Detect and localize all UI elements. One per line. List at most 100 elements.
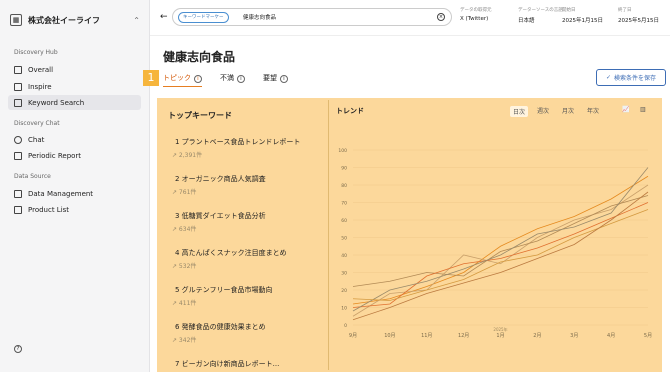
series-line <box>352 191 649 321</box>
step-badge: 1 <box>143 70 159 86</box>
line-chart-icon[interactable]: 📈 <box>622 106 629 113</box>
tab-topic[interactable]: トピック i <box>163 73 202 87</box>
filter-source[interactable]: データの取得元 X (Twitter) <box>460 7 492 22</box>
sidebar-item-label: Overall <box>28 65 54 74</box>
clear-icon[interactable]: × <box>437 13 445 21</box>
keyword-count: ↗ 634件 <box>172 226 197 233</box>
x-tick-label: 10月 <box>384 333 395 339</box>
x-tick-label: 9月 <box>349 333 357 339</box>
tab-bar: トピック i 不満 i 要望 i <box>163 73 288 87</box>
sidebar-item-overall[interactable]: Overall <box>8 62 141 77</box>
y-tick-label: 10 <box>341 306 347 312</box>
info-icon: i <box>194 75 202 83</box>
sidebar-item-inspire[interactable]: Inspire <box>8 79 141 94</box>
keyword-item[interactable]: 6 発酵食品の健康効果まとめ <box>175 322 266 332</box>
save-label: 検索条件を保存 <box>614 75 657 82</box>
bar-chart-icon[interactable]: ▥ <box>640 106 646 113</box>
filter-label: 開始日 <box>562 8 576 13</box>
keyword-count: ↗ 2,391件 <box>172 152 203 159</box>
period-monthly[interactable]: 月次 <box>562 106 574 115</box>
y-tick-label: 20 <box>341 288 347 294</box>
help-icon[interactable]: ? <box>14 345 22 353</box>
sidebar-item-periodic-report[interactable]: Periodic Report <box>8 148 141 163</box>
sidebar-item-product-list[interactable]: Product List <box>8 202 141 217</box>
chevron-updown-icon: ⌃ <box>133 15 140 25</box>
y-tick-label: 90 <box>341 166 347 172</box>
database-icon <box>14 189 22 198</box>
x-tick-label: 5月 <box>644 333 652 339</box>
x-tick-label: 2月 <box>533 333 541 339</box>
sidebar-item-label: Periodic Report <box>28 151 82 160</box>
list-icon <box>14 205 22 214</box>
tab-requests[interactable]: 要望 i <box>263 73 288 87</box>
filter-language[interactable]: データーソースの言語 日本語 <box>518 7 563 24</box>
building-icon: ▦ <box>10 14 22 26</box>
keyword-item[interactable]: 7 ビーガン向け新商品レポート... <box>175 359 279 369</box>
filter-value: 日本語 <box>518 18 535 24</box>
tab-label: トピック <box>163 74 191 82</box>
x-tick-label: 4月 <box>607 333 615 339</box>
search-query: 健康志向食品 <box>243 15 277 21</box>
save-search-button[interactable]: ✓ 検索条件を保存 <box>596 69 666 86</box>
info-icon: i <box>237 75 245 83</box>
document-search-icon <box>14 98 22 107</box>
sidebar-item-label: Data Management <box>28 189 94 198</box>
x-tick-label: 3月 <box>570 333 578 339</box>
section-label: Data Source <box>14 173 51 180</box>
tab-label: 要望 <box>263 74 277 82</box>
filter-value: X (Twitter) <box>460 16 489 22</box>
keyword-item[interactable]: 3 低糖質ダイエット食品分析 <box>175 211 266 221</box>
back-arrow-icon[interactable]: ← <box>160 12 168 22</box>
keyword-item[interactable]: 4 高たんぱくスナック注目度まとめ <box>175 248 287 258</box>
keyword-count: ↗ 342件 <box>172 337 197 344</box>
y-tick-label: 100 <box>338 148 347 154</box>
sidebar-item-keyword-search[interactable]: Keyword Search <box>8 95 141 110</box>
keyword-item[interactable]: 1 プラントベース食品トレンドレポート <box>175 137 300 147</box>
series-line <box>352 175 649 305</box>
sidebar-item-label: Keyword Search <box>28 98 85 107</box>
keyword-item[interactable]: 2 オーガニック商品人気調査 <box>175 174 266 184</box>
keyword-count: ↗ 761件 <box>172 189 197 196</box>
series-line <box>352 167 649 312</box>
workspace-switcher[interactable]: ▦ 株式会社イーライフ ⌃ <box>10 14 140 26</box>
period-daily[interactable]: 日次 <box>510 106 529 117</box>
search-mode-chip[interactable]: キーワードマーケー <box>178 12 229 23</box>
sidebar-item-label: Chat <box>28 135 45 144</box>
period-yearly[interactable]: 年次 <box>587 106 599 115</box>
y-tick-label: 60 <box>341 218 347 224</box>
info-icon: i <box>280 75 288 83</box>
top-bar: ← キーワードマーケー 健康志向食品 × データの取得元 X (Twitter) … <box>150 0 670 36</box>
section-label: Discovery Hub <box>14 49 58 56</box>
y-tick-label: 50 <box>341 236 347 242</box>
filter-value: 2025年1月15日 <box>562 18 603 24</box>
trend-chart: 0 10 20 30 40 50 60 70 80 90 100 9月 10月 11月 12月 1月 2月 3月 4… <box>338 148 652 339</box>
y-tick-label: 0 <box>344 323 347 329</box>
sidebar-item-label: Inspire <box>28 82 52 91</box>
search-input[interactable]: キーワードマーケー 健康志向食品 × <box>172 8 452 26</box>
tab-complaints[interactable]: 不満 i <box>220 73 245 87</box>
x-tick-label: 12月 <box>458 333 469 339</box>
y-tick-label: 80 <box>341 183 347 189</box>
filter-label: データの取得元 <box>460 8 492 13</box>
page-title: 健康志向食品 <box>163 50 236 64</box>
y-tick-label: 30 <box>341 271 347 277</box>
sidebar-item-chat[interactable]: Chat <box>8 132 141 147</box>
x-tick-label: 11月 <box>421 333 432 339</box>
keyword-count: ↗ 411件 <box>172 300 197 307</box>
x-tick-label: 1月 <box>496 333 504 339</box>
filter-label: 終了日 <box>618 8 632 13</box>
trend-icon <box>14 82 22 91</box>
filter-end-date[interactable]: 終了日 2025年5月15日 <box>618 7 659 24</box>
sidebar-item-data-management[interactable]: Data Management <box>8 186 141 201</box>
period-weekly[interactable]: 週次 <box>537 106 549 115</box>
sidebar-item-label: Product List <box>28 205 70 214</box>
section-label: Discovery Chat <box>14 120 60 127</box>
y-tick-label: 70 <box>341 201 347 207</box>
check-icon: ✓ <box>605 74 611 81</box>
year-label: 2025年 <box>493 326 507 332</box>
keyword-item[interactable]: 5 グルテンフリー食品市場動向 <box>175 285 272 295</box>
keyword-count: ↗ 532件 <box>172 263 197 270</box>
chat-icon <box>14 135 22 144</box>
filter-start-date[interactable]: 開始日 2025年1月15日 <box>562 7 603 24</box>
filter-label: データーソースの言語 <box>518 8 563 13</box>
